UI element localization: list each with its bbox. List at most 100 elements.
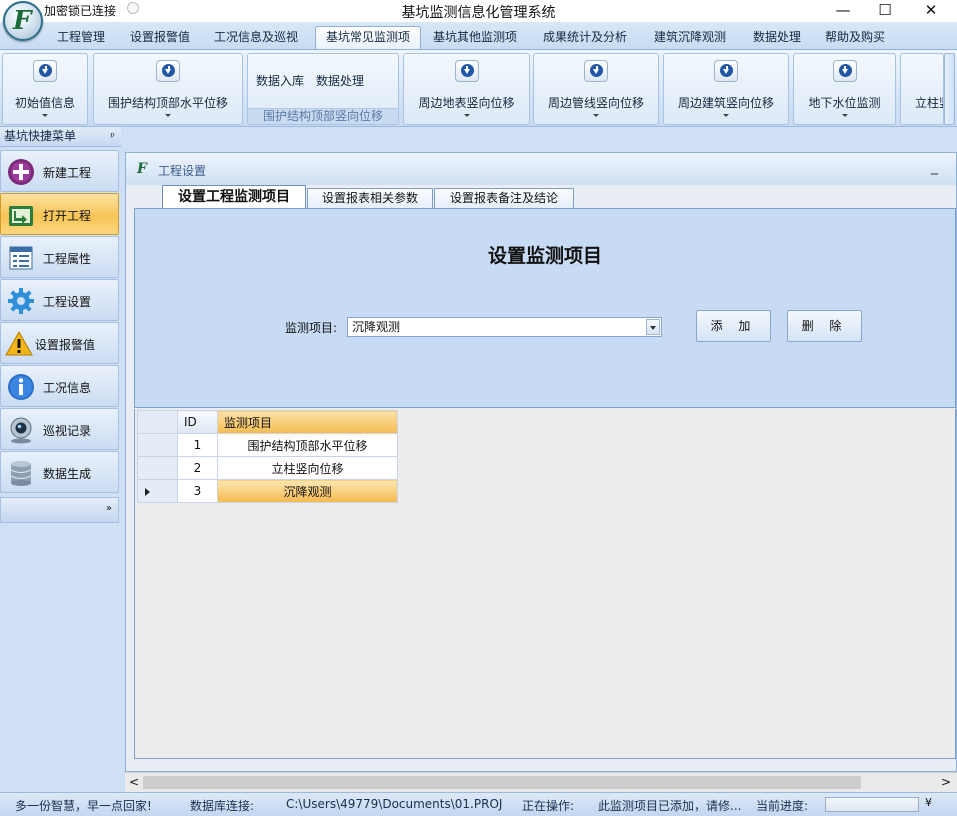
table-row-selected[interactable]: 3 沉降观测 [137,479,398,503]
table-row[interactable]: 1 围护结构顶部水平位移 [137,433,398,457]
property-list-icon [9,246,33,270]
delete-button[interactable]: 删 除 [787,310,862,342]
quick-menu-header: 基坑快捷菜单 ᵖ [0,127,121,147]
column-header-id[interactable]: ID [177,410,218,434]
row-id[interactable]: 3 [177,479,218,503]
ribbon-scroll-right[interactable] [944,53,955,125]
nav-patrol-records[interactable]: 巡视记录 [0,408,119,450]
column-header-item[interactable]: 监测项目 [217,410,398,434]
table-header-row: ID 监测项目 [137,410,398,434]
status-end-icon[interactable]: ¥ [925,796,932,809]
minimize-button[interactable]: — [820,0,866,22]
monitor-items-table: ID 监测项目 1 围护结构顶部水平位移 2 立柱竖向位移 3 沉降观测 [137,410,398,503]
nav-working-conditions-label: 工况信息 [43,381,92,395]
row-id[interactable]: 2 [177,456,218,480]
section-heading: 设置监测项目 [487,245,602,267]
plus-circle-icon [8,159,34,185]
expand-menu-icon[interactable]: » [0,497,119,523]
nav-project-properties[interactable]: 工程属性 [0,236,119,278]
close-button[interactable]: ✕ [908,0,954,22]
nav-data-generation[interactable]: 数据生成 [0,451,119,493]
dropdown-caret-icon [593,114,599,117]
maximize-button[interactable]: ☐ [862,0,908,22]
add-button[interactable]: 添 加 [696,310,771,342]
monitor-item-value: 沉降观测 [352,320,401,334]
settings-tab-strip: 设置工程监测项目 设置报表相关参数 设置报表备注及结论 [134,185,956,209]
building-vertical-button[interactable]: 周边建筑竖向位移 [663,53,789,125]
row-item-name[interactable]: 沉降观测 [217,479,398,503]
tab-statistics-analysis[interactable]: 成果统计及分析 [535,28,635,48]
nav-working-conditions[interactable]: 工况信息 [0,365,119,407]
groundwater-label: 地下水位监测 [808,96,881,110]
database-icon [10,461,32,486]
tab-conditions-patrol[interactable]: 工况信息及巡视 [206,28,306,48]
nav-project-settings[interactable]: 工程设置 [0,279,119,321]
tab-other-monitoring[interactable]: 基坑其他监测项 [425,28,525,48]
nav-new-project[interactable]: 新建工程 [0,150,119,192]
data-process-button[interactable]: 数据处理 [316,72,364,89]
scrollbar-thumb[interactable] [143,776,861,789]
child-minimize-button[interactable]: _ [931,159,938,175]
tab-monitor-items[interactable]: 设置工程监测项目 [162,185,306,209]
nav-alarm-values[interactable]: 设置报警值 [0,322,119,364]
app-logo-icon[interactable]: F [3,1,43,41]
current-row-indicator[interactable] [137,479,178,503]
horizontal-displacement-button[interactable]: 围护结构顶部水平位移 [93,53,243,125]
nav-open-project-label: 打开工程 [43,209,92,223]
row-pointer-icon [145,488,150,496]
tab-building-settlement[interactable]: 建筑沉降观测 [645,28,735,48]
horizontal-scrollbar[interactable]: < > [125,772,957,792]
scroll-left-icon[interactable]: < [129,775,139,789]
scroll-right-icon[interactable]: > [941,775,951,789]
tab-common-monitoring[interactable]: 基坑常见监测项 [315,26,421,50]
data-import-button[interactable]: 数据入库 [256,72,304,89]
download-arrow-icon [156,60,180,82]
pin-icon[interactable]: ᵖ [110,127,115,146]
tab-data-processing[interactable]: 数据处理 [745,28,809,48]
dropdown-caret-icon [165,114,171,117]
vertical-displacement-caption: 围护结构顶部竖向位移 [248,108,398,124]
tab-report-notes[interactable]: 设置报表备注及结论 [434,188,574,209]
initial-value-label: 初始值信息 [14,96,75,110]
row-indicator[interactable] [137,456,178,480]
dropdown-caret-icon [723,114,729,117]
nav-alarm-values-label: 设置报警值 [35,338,96,352]
column-vertical-label: 立柱竖 [915,96,943,110]
tab-alarm-settings[interactable]: 设置报警值 [122,28,198,48]
table-row[interactable]: 2 立柱竖向位移 [137,456,398,480]
row-item-name[interactable]: 围护结构顶部水平位移 [217,433,398,457]
tab-project-management[interactable]: 工程管理 [48,28,114,48]
initial-value-button[interactable]: 初始值信息 [2,53,88,125]
tab-help-purchase[interactable]: 帮助及购买 [816,28,894,48]
status-db-label: 数据库连接: [190,799,255,813]
status-db-path: C:\Users\49779\Documents\01.PROJ [286,797,503,811]
info-icon [8,374,34,400]
monitor-items-grid-area: ID 监测项目 1 围护结构顶部水平位移 2 立柱竖向位移 3 沉降观测 [134,409,956,759]
app-small-icon: F [137,161,147,177]
pipeline-vertical-button[interactable]: 周边管线竖向位移 [533,53,659,125]
groundwater-button[interactable]: 地下水位监测 [793,53,896,125]
title-bar: 加密锁已连接 基坑监测信息化管理系统 — ☐ ✕ [0,0,957,22]
download-arrow-icon [33,60,57,82]
warning-icon [5,330,33,356]
row-indicator-header [137,410,178,434]
status-op-label: 正在操作: [522,799,575,813]
chevron-down-icon[interactable] [646,319,660,335]
monitor-item-select[interactable]: 沉降观测 [347,317,662,337]
row-indicator[interactable] [137,433,178,457]
status-op-text: 此监测项目已添加，请修... [598,799,742,813]
column-vertical-button[interactable]: 立柱竖 [900,53,944,125]
tab-report-params[interactable]: 设置报表相关参数 [307,188,433,209]
row-id[interactable]: 1 [177,433,218,457]
project-settings-title: 工程设置 [158,164,207,178]
dropdown-caret-icon [841,114,848,117]
ribbon-tab-bar: 工程管理 设置报警值 工况信息及巡视 基坑常见监测项 基坑其他监测项 成果统计及… [0,22,957,50]
nav-data-generation-label: 数据生成 [43,467,92,481]
surface-vertical-button[interactable]: 周边地表竖向位移 [403,53,530,125]
dropdown-caret-icon [42,114,48,117]
progress-bar [825,797,919,812]
vertical-displacement-group: 数据入库 数据处理 围护结构顶部竖向位移 [247,53,399,125]
project-settings-window: F 工程设置 _ 设置工程监测项目 设置报表相关参数 设置报表备注及结论 设置监… [125,152,957,772]
nav-open-project[interactable]: 打开工程 [0,193,119,235]
row-item-name[interactable]: 立柱竖向位移 [217,456,398,480]
